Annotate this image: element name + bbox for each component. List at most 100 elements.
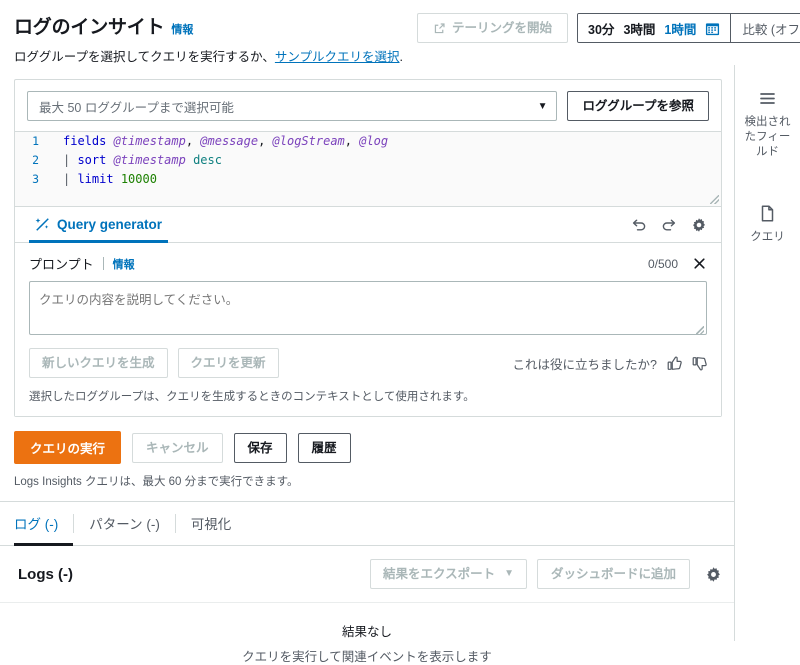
feedback-question: これは役に立ちましたか? (513, 354, 657, 373)
code-token: sort (77, 153, 113, 167)
run-query-button[interactable]: クエリの実行 (14, 431, 121, 464)
code-token: @message (200, 134, 258, 148)
code-line: 2 | sort @timestamp desc (15, 151, 721, 170)
feedback-group: これは役に立ちましたか? (513, 354, 707, 373)
code-token: , (345, 134, 359, 148)
code-token: fields (63, 134, 114, 148)
code-token: , (258, 134, 272, 148)
calendar-icon[interactable] (705, 21, 720, 36)
subtitle-suffix: . (400, 50, 403, 64)
code-token: @timestamp (114, 134, 186, 148)
gear-icon[interactable] (691, 217, 707, 233)
empty-state-title: 結果なし (342, 621, 392, 640)
editor-resize-handle[interactable] (710, 195, 719, 204)
cancel-query-button[interactable]: キャンセル (132, 433, 223, 463)
results-tabs: ログ (-) パターン (-) 可視化 (0, 501, 734, 546)
prompt-label: プロンプト (29, 254, 94, 273)
code-token: @logStream (273, 134, 345, 148)
code-token: | (63, 153, 77, 167)
external-link-icon (433, 22, 446, 35)
update-query-button[interactable]: クエリを更新 (178, 348, 279, 378)
document-icon (758, 204, 777, 223)
time-option-3h[interactable]: 3時間 (623, 19, 655, 38)
logs-results-header: Logs (-) 結果をエクスポート ▼ ダッシュボードに追加 (0, 546, 734, 603)
header-actions: テーリングを開始 30分 3時間 1時間 (417, 12, 800, 43)
sparkle-icon (35, 217, 50, 232)
code-content: | limit 10000 (49, 170, 157, 189)
generate-new-query-button[interactable]: 新しいクエリを生成 (29, 348, 168, 378)
code-token: desc (193, 153, 222, 167)
header-title-block: ログのインサイト 情報 ロググループを選択してクエリを実行するか、サンプルクエリ… (14, 12, 403, 65)
prompt-input[interactable] (29, 281, 707, 335)
sidebar-item-discovered-fields-label: 検出されたフィールド (739, 115, 796, 160)
code-token (186, 153, 193, 167)
chevron-down-icon: ▼ (538, 101, 548, 112)
tab-query-generator[interactable]: Query generator (29, 207, 168, 243)
code-content: | sort @timestamp desc (49, 151, 222, 170)
body-wrapper: 最大 50 ロググループまで選択可能 ▼ ロググループを参照 1 fields … (0, 65, 800, 641)
logs-results-actions: 結果をエクスポート ▼ ダッシュボードに追加 (370, 559, 722, 589)
subtitle-text: ロググループを選択してクエリを実行するか、 (14, 50, 275, 64)
undo-icon[interactable] (631, 217, 647, 233)
generator-buttons: 新しいクエリを生成 クエリを更新 (29, 348, 279, 378)
export-results-label: 結果をエクスポート (383, 566, 495, 582)
export-results-button[interactable]: 結果をエクスポート ▼ (370, 559, 527, 589)
start-tailing-label: テーリングを開始 (452, 20, 552, 36)
browse-log-groups-button[interactable]: ロググループを参照 (567, 91, 709, 121)
log-group-row: 最大 50 ロググループまで選択可能 ▼ ロググループを参照 (15, 80, 721, 131)
sidebar-item-queries[interactable]: クエリ (735, 196, 800, 255)
page-subtitle: ロググループを選択してクエリを実行するか、サンプルクエリを選択. (14, 46, 403, 65)
code-token: @timestamp (114, 153, 186, 167)
log-group-select[interactable]: 最大 50 ロググループまで選択可能 ▼ (27, 91, 557, 121)
query-card: 最大 50 ロググループまで選択可能 ▼ ロググループを参照 1 fields … (14, 79, 722, 417)
query-generator-tools (631, 217, 711, 233)
header-info-link[interactable]: 情報 (171, 21, 193, 37)
page-title: ログのインサイト (14, 12, 164, 39)
time-option-1h[interactable]: 1時間 (664, 19, 696, 38)
time-range-options: 30分 3時間 1時間 (578, 14, 731, 42)
thumbs-up-icon[interactable] (667, 356, 682, 371)
code-content: fields @timestamp, @message, @logStream,… (49, 132, 388, 151)
line-number: 2 (15, 151, 49, 170)
start-tailing-button[interactable]: テーリングを開始 (417, 13, 568, 43)
gear-icon[interactable] (705, 566, 722, 583)
time-option-30m[interactable]: 30分 (588, 19, 614, 38)
sidebar-item-queries-label: クエリ (750, 230, 785, 245)
right-sidebar: 検出されたフィールド クエリ (734, 65, 800, 641)
main-content-column: 最大 50 ロググループまで選択可能 ▼ ロググループを参照 1 fields … (0, 65, 734, 641)
redo-icon[interactable] (661, 217, 677, 233)
results-empty-state: 結果なし クエリを実行して関連イベントを表示します (0, 603, 734, 665)
tab-logs[interactable]: ログ (-) (14, 502, 73, 546)
title-row: ログのインサイト 情報 (14, 12, 403, 39)
hamburger-icon (758, 89, 777, 108)
save-query-button[interactable]: 保存 (234, 433, 287, 463)
thumbs-down-icon[interactable] (692, 356, 707, 371)
code-line: 3 | limit 10000 (15, 170, 721, 189)
sample-query-link[interactable]: サンプルクエリを選択 (275, 50, 400, 64)
prompt-info-link[interactable]: 情報 (113, 256, 135, 272)
empty-state-subtitle: クエリを実行して関連イベントを表示します (242, 646, 492, 665)
logs-results-title: Logs (-) (18, 566, 73, 583)
tab-patterns[interactable]: パターン (-) (74, 502, 175, 546)
run-actions-bar: クエリの実行 キャンセル 保存 履歴 (0, 417, 734, 464)
code-token: , (186, 134, 200, 148)
code-token: 10000 (121, 172, 157, 186)
prompt-header: プロンプト 情報 0/500 (29, 254, 707, 273)
page-header: ログのインサイト 情報 ロググループを選択してクエリを実行するか、サンプルクエリ… (0, 0, 800, 65)
query-generator-panel: プロンプト 情報 0/500 (15, 243, 721, 416)
tab-visualization[interactable]: 可視化 (176, 502, 247, 546)
code-token: limit (77, 172, 120, 186)
code-line: 1 fields @timestamp, @message, @logStrea… (15, 132, 721, 151)
tab-query-generator-label: Query generator (57, 217, 162, 232)
add-to-dashboard-button[interactable]: ダッシュボードに追加 (537, 559, 690, 589)
generator-context-note: 選択したロググループは、クエリを生成するときのコンテキストとして使用されます。 (29, 388, 707, 404)
line-number: 1 (15, 132, 49, 151)
close-icon[interactable] (692, 256, 707, 271)
sidebar-item-discovered-fields[interactable]: 検出されたフィールド (735, 81, 800, 170)
query-history-button[interactable]: 履歴 (298, 433, 351, 463)
code-token: | (63, 172, 77, 186)
log-group-placeholder: 最大 50 ロググループまで選択可能 (39, 97, 538, 116)
query-generator-tabbar: Query generator (15, 207, 721, 243)
compare-toggle-button[interactable]: 比較 (オフ) (731, 14, 800, 42)
query-editor[interactable]: 1 fields @timestamp, @message, @logStrea… (15, 131, 721, 207)
